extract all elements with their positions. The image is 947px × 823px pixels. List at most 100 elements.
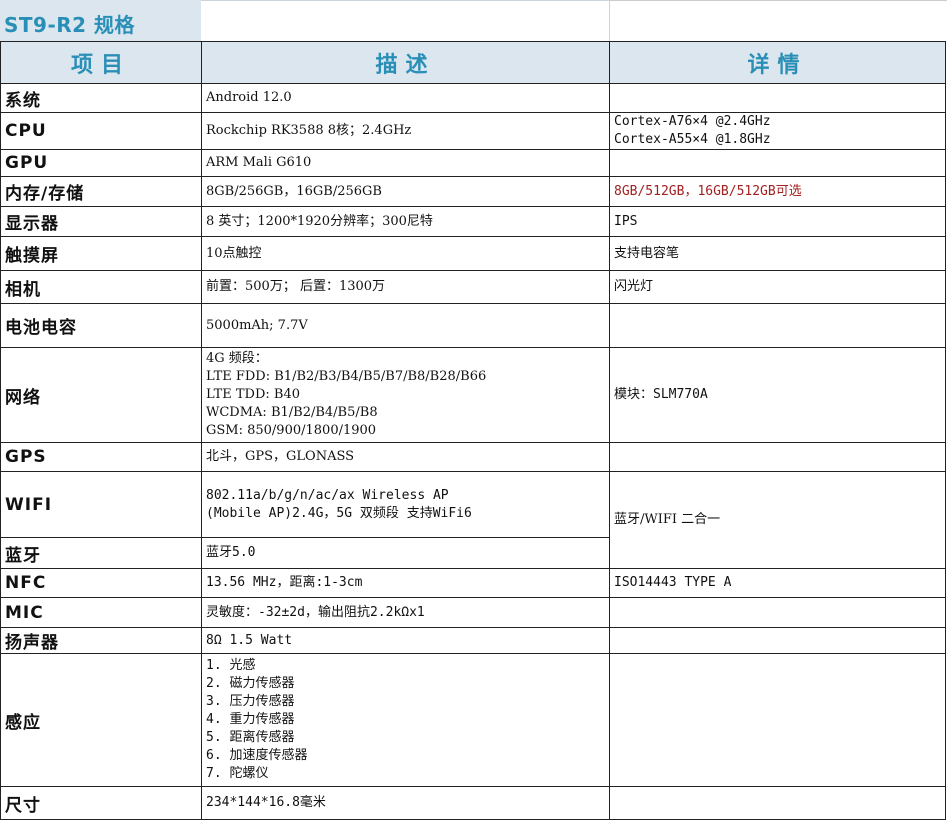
description-line: Rockchip RK3588 8核；2.4GHz	[206, 123, 412, 138]
detail-line: 模块：SLM770A	[614, 387, 708, 402]
description-line: 8Ω 1.5 Watt	[206, 632, 293, 648]
table-row: 网络 4G 频段： LTE FDD: B1/B2/B3/B4/B5/B7/B8/B2…	[0, 347, 946, 443]
description-line: 4. 重力传感器	[206, 712, 295, 727]
description-line: GSM: 850/900/1800/1900	[206, 423, 377, 438]
detail-cell: 闪光灯	[609, 270, 946, 304]
description-cell: 8 英寸；1200*1920分辨率；300尼特	[201, 206, 610, 237]
detail-cell: ISO14443 TYPE A	[609, 568, 946, 598]
detail-cell	[609, 597, 946, 628]
description-cell: 灵敏度：-32±2d，输出阻抗2.2kΩx1	[201, 597, 610, 628]
detail-cell	[609, 786, 946, 820]
detail-line: IPS	[614, 213, 638, 229]
description-line: WCDMA: B1/B2/B4/B5/B8	[206, 405, 378, 420]
description-line: LTE FDD: B1/B2/B3/B4/B5/B7/B8/B28/B66	[206, 369, 487, 384]
detail-cell: IPS	[609, 206, 946, 237]
sheet-title-row: ST9-R2 规格	[0, 0, 947, 41]
description-line: 1. 光感	[206, 658, 256, 673]
detail-cell	[609, 442, 946, 472]
item-cell: 电池电容	[0, 303, 202, 348]
description-line: 7. 陀螺仪	[206, 766, 269, 781]
description-cell: 8Ω 1.5 Watt	[201, 627, 610, 654]
table-row: 扬声器 8Ω 1.5 Watt	[0, 627, 946, 654]
item-cell: WIFI	[0, 471, 202, 538]
table-row: 感应 1. 光感 2. 磁力传感器 3. 压力传感器 4. 重力传感器 5. 距离传感器 6…	[0, 653, 946, 787]
description-line: ARM Mali G610	[206, 155, 312, 170]
detail-line: ISO14443 TYPE A	[614, 575, 732, 590]
detail-cell: Cortex-A76×4 @2.4GHz Cortex-A55×4 @1.8GHz	[609, 112, 946, 150]
item-cell: GPS	[0, 442, 202, 472]
description-cell: Rockchip RK3588 8核；2.4GHz	[201, 112, 610, 150]
table-row: MIC 灵敏度：-32±2d，输出阻抗2.2kΩx1	[0, 597, 946, 628]
description-line: Android 12.0	[206, 90, 292, 105]
detail-cell	[609, 303, 946, 348]
item-cell: 感应	[0, 653, 202, 787]
description-line: 10点触控	[206, 245, 262, 261]
description-cell: 234*144*16.8毫米	[201, 786, 610, 820]
description-cell: 蓝牙5.0	[201, 537, 610, 569]
table-row: 电池电容 5000mAh; 7.7V	[0, 303, 946, 348]
description-cell: Android 12.0	[201, 83, 610, 113]
table-row: 触摸屏 10点触控 支持电容笔	[0, 236, 946, 271]
detail-cell: 蓝牙/WIFI 二合一	[609, 471, 946, 569]
description-line: 13.56 MHz，距离:1-3cm	[206, 575, 363, 590]
description-cell: 10点触控	[201, 236, 610, 271]
description-line: 4G 频段：	[206, 351, 268, 366]
description-line: 8 英寸；1200*1920分辨率；300尼特	[206, 213, 433, 229]
table-row: 内存/存储 8GB/256GB，16GB/256GB 8GB/512GB，16GB/…	[0, 176, 946, 207]
item-cell: 系统	[0, 83, 202, 113]
description-cell: 13.56 MHz，距离:1-3cm	[201, 568, 610, 598]
table-row: 尺寸 234*144*16.8毫米	[0, 786, 946, 820]
table-row: 显示器 8 英寸；1200*1920分辨率；300尼特 IPS	[0, 206, 946, 237]
header-detail: 详情	[609, 41, 946, 84]
description-line: 灵敏度：-32±2d，输出阻抗2.2kΩx1	[206, 604, 425, 620]
description-line: 6. 加速度传感器	[206, 748, 308, 763]
description-line: 前置：500万； 后置：1300万	[206, 279, 386, 294]
item-cell: 蓝牙	[0, 537, 202, 569]
description-line: 8GB/256GB，16GB/256GB	[206, 183, 382, 199]
detail-line: Cortex-A76×4 @2.4GHz	[614, 114, 771, 129]
detail-line: Cortex-A55×4 @1.8GHz	[614, 132, 771, 147]
detail-cell: 模块：SLM770A	[609, 347, 946, 443]
description-line: 5000mAh; 7.7V	[206, 317, 308, 333]
detail-cell	[609, 653, 946, 787]
description-line: 5. 距离传感器	[206, 730, 295, 745]
table-row: CPU Rockchip RK3588 8核；2.4GHz Cortex-A76×4…	[0, 112, 946, 150]
table-row: GPU ARM Mali G610	[0, 149, 946, 177]
header-item: 项目	[0, 41, 202, 84]
detail-line: 闪光灯	[614, 279, 654, 294]
description-line: 2. 磁力传感器	[206, 676, 295, 691]
description-cell: 4G 频段： LTE FDD: B1/B2/B3/B4/B5/B7/B8/B28/…	[201, 347, 610, 443]
header-row: 项目 描述 详情	[0, 41, 946, 84]
item-cell: CPU	[0, 112, 202, 150]
table-row: GPS 北斗，GPS，GLONASS	[0, 442, 946, 472]
description-line: LTE TDD: B40	[206, 387, 300, 402]
detail-cell	[609, 83, 946, 113]
spec-table-body: 系统 Android 12.0 CPU Rockchip RK3588 8核；2.4G…	[0, 83, 946, 820]
header-desc: 描述	[201, 41, 610, 84]
description-line: 北斗，GPS，GLONASS	[206, 449, 355, 464]
detail-cell: 支持电容笔	[609, 236, 946, 271]
item-cell: 网络	[0, 347, 202, 443]
description-cell: 1. 光感 2. 磁力传感器 3. 压力传感器 4. 重力传感器 5. 距离传感器 6. …	[201, 653, 610, 787]
detail-line: 8GB/512GB，16GB/512GB可选	[614, 183, 802, 199]
detail-cell	[609, 627, 946, 654]
description-cell: 前置：500万； 后置：1300万	[201, 270, 610, 304]
description-line: 3. 压力传感器	[206, 694, 295, 709]
sheet-title: ST9-R2 规格	[4, 13, 136, 37]
table-row: NFC 13.56 MHz，距离:1-3cm ISO14443 TYPE A	[0, 568, 946, 598]
table-row: 系统 Android 12.0	[0, 83, 946, 113]
item-cell: MIC	[0, 597, 202, 628]
description-line: 蓝牙5.0	[206, 545, 256, 560]
description-line: 802.11a/b/g/n/ac/ax Wireless AP	[206, 487, 449, 503]
item-cell: NFC	[0, 568, 202, 598]
item-cell: 相机	[0, 270, 202, 304]
table-row: WIFI 802.11a/b/g/n/ac/ax Wireless AP (Mobi…	[0, 471, 946, 569]
detail-line: 支持电容笔	[614, 245, 680, 261]
detail-cell: 8GB/512GB，16GB/512GB可选	[609, 176, 946, 207]
item-cell: 显示器	[0, 206, 202, 237]
title-empty-cell	[201, 0, 610, 41]
description-cell: 8GB/256GB，16GB/256GB	[201, 176, 610, 207]
detail-line: 蓝牙/WIFI 二合一	[614, 512, 721, 527]
description-cell: ARM Mali G610	[201, 149, 610, 177]
description-cell: 802.11a/b/g/n/ac/ax Wireless AP (Mobile A…	[201, 471, 610, 538]
